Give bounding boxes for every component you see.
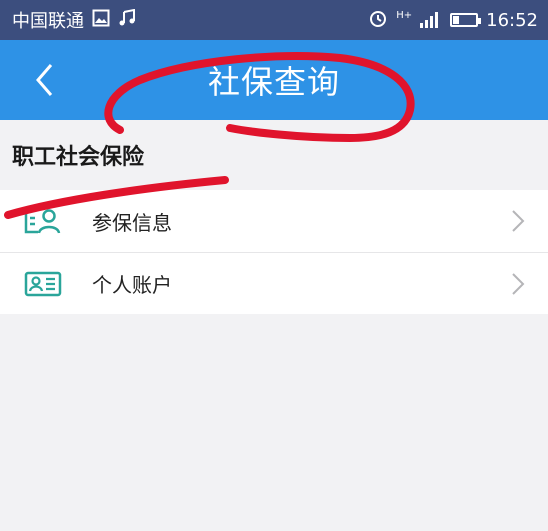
- battery-icon: [450, 13, 482, 27]
- section-title: 职工社会保险: [0, 120, 548, 190]
- list-item-label: 参保信息: [92, 210, 172, 235]
- alarm-icon: [368, 8, 388, 32]
- page-title: 社保查询: [207, 63, 340, 101]
- network-type-label: H+: [396, 10, 413, 21]
- music-note-icon: [118, 8, 136, 31]
- account-card-icon: [24, 269, 64, 299]
- list-item-personal-account[interactable]: 个人账户: [0, 252, 548, 314]
- status-bar: 中国联通 H+ 16:52: [0, 0, 548, 40]
- person-id-icon: [24, 206, 64, 236]
- status-right: H+ 16:52: [368, 8, 538, 32]
- signal-icon: [420, 12, 439, 28]
- image-icon: [92, 9, 110, 31]
- list-item-insurance-info[interactable]: 参保信息: [0, 190, 548, 252]
- chevron-right-icon: [512, 272, 525, 295]
- nav-bar: 社保查询: [0, 40, 548, 120]
- list-item-label: 个人账户: [92, 273, 172, 297]
- time-label: 16:52: [486, 9, 538, 31]
- status-left: 中国联通: [12, 7, 136, 33]
- carrier-label: 中国联通: [12, 11, 84, 32]
- chevron-right-icon: [512, 210, 525, 232]
- menu-list: 参保信息 个人账户: [0, 190, 548, 314]
